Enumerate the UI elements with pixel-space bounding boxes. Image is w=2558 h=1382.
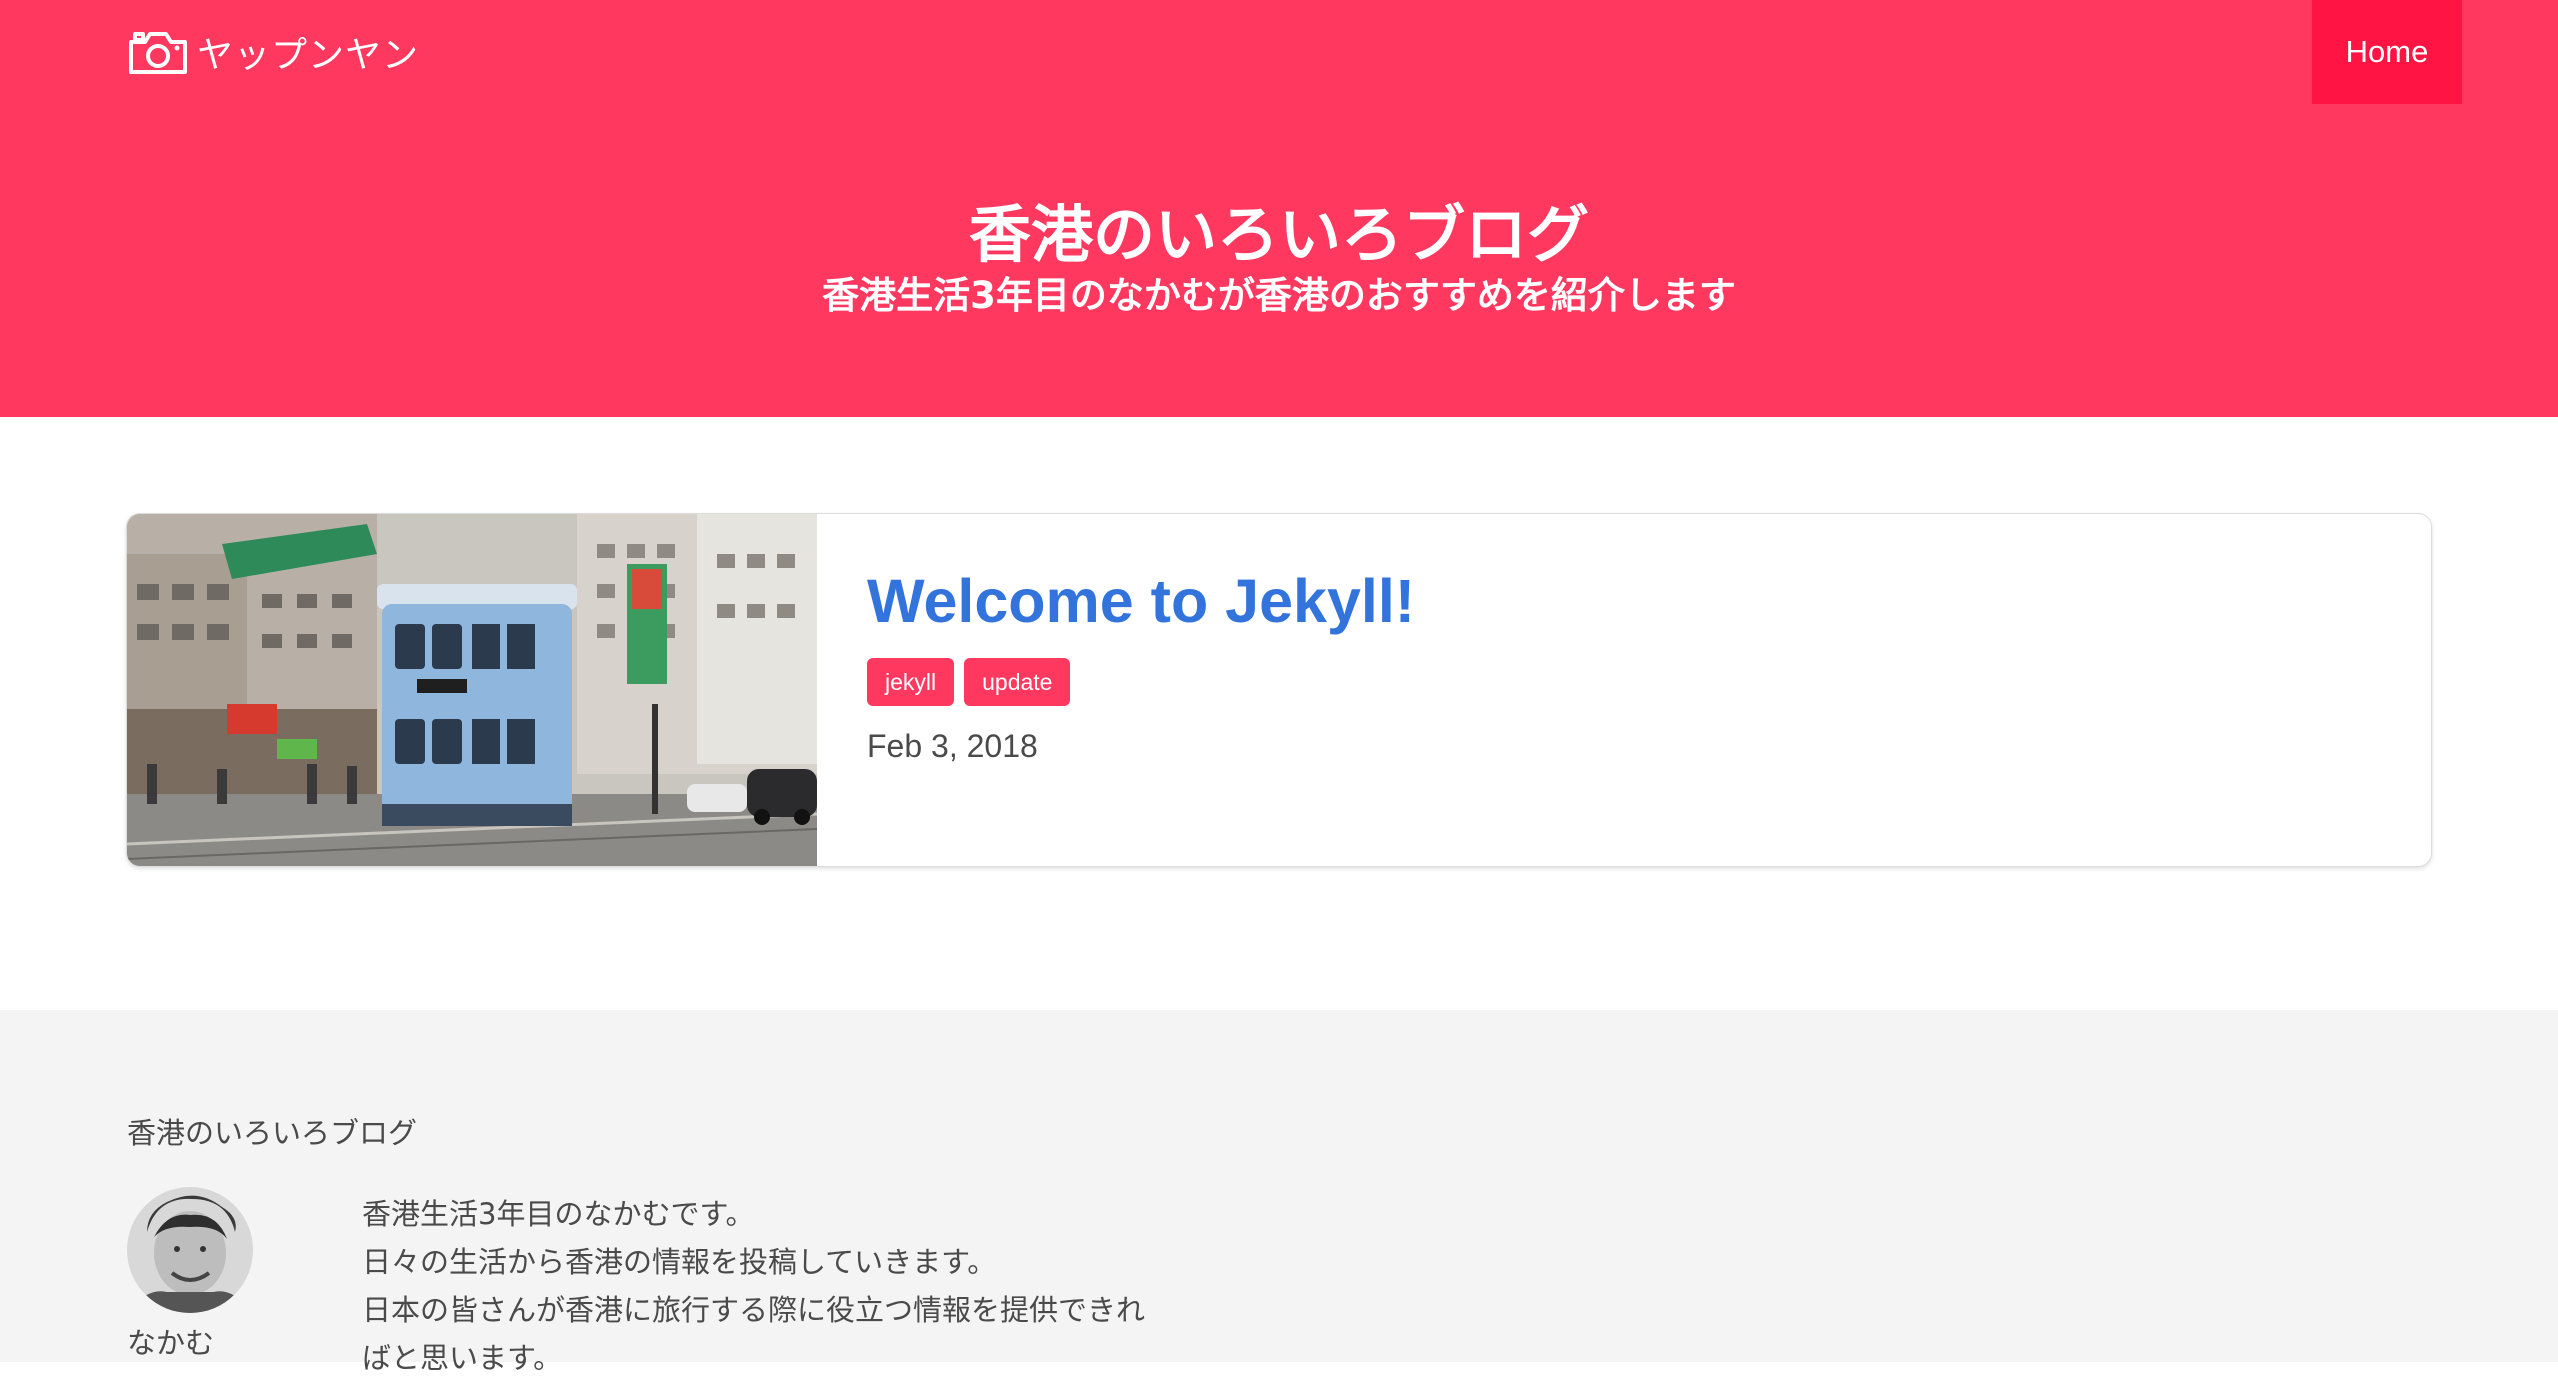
post-details: Welcome to Jekyll! jekyll update Feb 3, …	[867, 564, 1415, 765]
tag-update[interactable]: update	[964, 658, 1071, 706]
bio-line: ばと思います。	[362, 1341, 563, 1375]
post-title-link[interactable]: Welcome to Jekyll!	[867, 564, 1415, 638]
author-bio: 香港生活3年目のなかむです。 日々の生活から香港の情報を投稿していきます。 日本…	[362, 1190, 1262, 1382]
footer-title: 香港のいろいろブログ	[127, 1116, 418, 1150]
footer: 香港のいろいろブログ なかむ 香港生活3年目のなかむです。 日々の生活から香港の…	[0, 1010, 2558, 1375]
site-subtitle: 香港生活3年目のなかむが香港のおすすめを紹介します	[822, 274, 1736, 317]
tag-list: jekyll update	[867, 658, 1415, 706]
nav-home-link[interactable]: Home	[2312, 0, 2462, 104]
bio-line: 香港生活3年目のなかむです。	[362, 1197, 755, 1231]
camera-icon	[129, 32, 187, 74]
avatar	[127, 1187, 253, 1313]
brand-name: ヤップンヤン	[197, 35, 420, 76]
post-card: Welcome to Jekyll! jekyll update Feb 3, …	[126, 513, 2432, 867]
author-photo	[127, 1187, 253, 1313]
bio-line: 日々の生活から香港の情報を投稿していきます。	[362, 1245, 997, 1279]
tag-jekyll[interactable]: jekyll	[867, 658, 955, 706]
post-thumbnail[interactable]	[127, 514, 817, 866]
tram-street-image	[127, 514, 817, 866]
bio-line: 日本の皆さんが香港に旅行する際に役立つ情報を提供できれ	[362, 1293, 1146, 1327]
hero-banner: ヤップンヤン Home 香港のいろいろブログ 香港生活3年目のなかむが香港のおす…	[0, 0, 2558, 417]
navbar: ヤップンヤン Home	[0, 0, 2558, 104]
post-date: Feb 3, 2018	[867, 728, 1038, 764]
author-name: なかむ	[127, 1326, 215, 1360]
brand-link[interactable]: ヤップンヤン	[127, 22, 419, 82]
site-title: 香港のいろいろブログ	[968, 198, 1589, 271]
